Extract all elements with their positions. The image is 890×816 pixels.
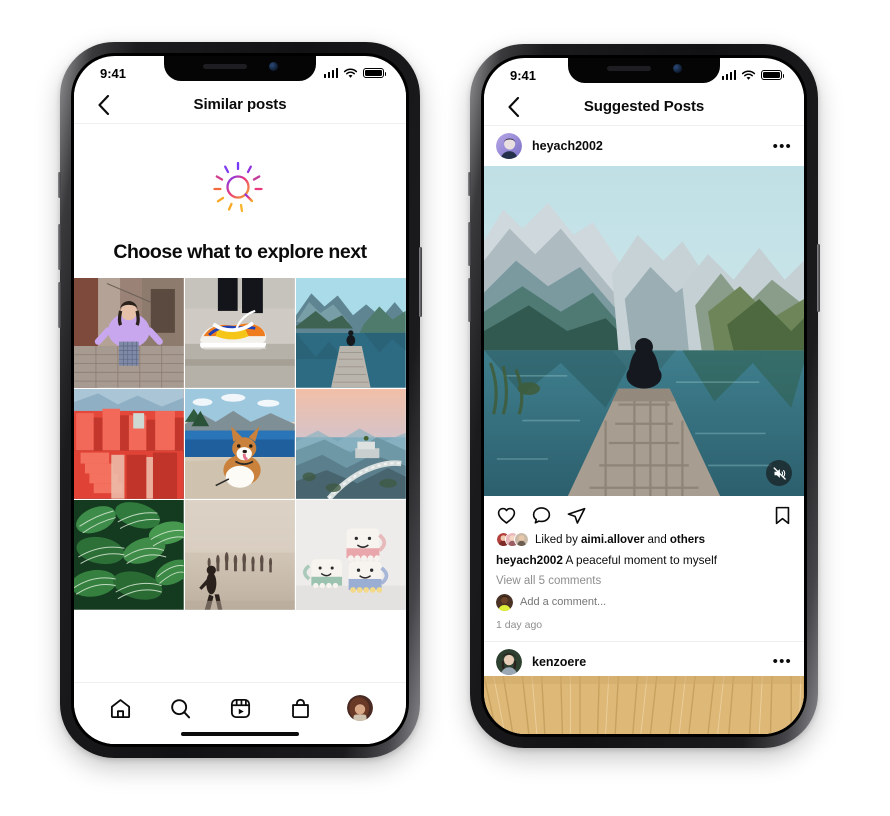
add-comment-row — [496, 593, 792, 611]
grid-photo-beach-silhouette[interactable] — [185, 500, 295, 611]
liked-by-facepile — [496, 532, 529, 547]
liked-by-mid: and — [644, 533, 670, 546]
grid-photo-coast-road[interactable] — [296, 389, 406, 499]
liked-by-row: Liked by aimi.allover and others — [496, 532, 792, 547]
tab-reels[interactable] — [223, 693, 257, 723]
save-button[interactable] — [773, 505, 792, 526]
phone-left: 9:41 Similar posts Choose what to explor… — [58, 42, 422, 758]
power-button[interactable] — [419, 247, 422, 317]
profile-avatar-icon — [347, 695, 373, 721]
page-title: Similar posts — [193, 96, 287, 113]
add-comment-input[interactable] — [520, 596, 700, 609]
wifi-icon — [343, 68, 358, 78]
battery-icon — [363, 67, 387, 79]
explore-heading: Choose what to explore next — [113, 241, 367, 263]
notch — [164, 56, 316, 81]
bookmark-icon — [775, 506, 790, 525]
grid-photo-sneakers[interactable] — [185, 278, 295, 388]
explore-photo-grid — [74, 278, 406, 611]
next-post-author-username[interactable]: kenzoere — [532, 655, 586, 669]
wifi-icon — [741, 70, 756, 80]
grid-photo-red-architecture[interactable] — [74, 389, 184, 499]
phone-right-screen: 9:41 Suggested Posts heyach2002 ••• Like… — [484, 58, 804, 734]
shop-bag-icon — [291, 698, 309, 718]
battery-icon — [761, 69, 785, 81]
front-camera — [268, 62, 278, 71]
liked-by-others[interactable]: others — [670, 534, 705, 546]
phone-left-bezel: 9:41 Similar posts Choose what to explor… — [71, 53, 409, 747]
phone-right: 9:41 Suggested Posts heyach2002 ••• Like… — [468, 44, 820, 748]
post-caption: heyach2002 A peaceful moment to myself — [496, 553, 792, 569]
grid-photo-mugs[interactable] — [296, 500, 406, 611]
grid-photo-corgi[interactable] — [185, 389, 295, 499]
nav-header-right: Suggested Posts — [484, 88, 804, 126]
explore-hero: Choose what to explore next — [74, 124, 406, 264]
home-indicator[interactable] — [181, 731, 299, 736]
share-paperplane-icon — [567, 507, 586, 524]
mute-switch[interactable] — [468, 172, 471, 196]
chevron-left-icon — [507, 96, 519, 117]
reels-icon — [230, 698, 250, 718]
back-button[interactable] — [500, 94, 526, 120]
status-time: 9:41 — [510, 67, 537, 83]
post-author-avatar[interactable] — [496, 133, 522, 159]
tab-home[interactable] — [103, 693, 137, 723]
tab-shop[interactable] — [283, 693, 317, 723]
facepile-avatar-3 — [514, 532, 529, 547]
share-button[interactable] — [566, 505, 587, 526]
phone-left-screen: 9:41 Similar posts Choose what to explor… — [74, 56, 406, 744]
liked-by-prefix: Liked by — [535, 533, 582, 546]
earpiece-speaker — [202, 64, 247, 69]
volume-down-button[interactable] — [468, 278, 471, 322]
post-meta: Liked by aimi.allover and others heyach2… — [484, 532, 804, 631]
more-options-icon[interactable]: ••• — [773, 654, 792, 669]
current-user-avatar — [496, 593, 513, 611]
liked-by-text: Liked by aimi.allover and others — [535, 534, 705, 546]
signal-bars-icon — [721, 70, 736, 80]
mute-button[interactable] — [766, 460, 792, 486]
back-button[interactable] — [90, 92, 116, 118]
nav-header-left: Similar posts — [74, 86, 406, 124]
explore-search-sparkle-icon — [213, 161, 263, 213]
page-title: Suggested Posts — [583, 98, 705, 115]
next-post-author-avatar[interactable] — [496, 648, 522, 675]
comment-button[interactable] — [531, 505, 552, 526]
post-actions — [484, 496, 804, 530]
search-icon — [170, 698, 190, 718]
post-timestamp: 1 day ago — [496, 618, 543, 631]
view-comments-link[interactable]: View all 5 comments — [496, 575, 792, 587]
volume-up-button[interactable] — [58, 224, 61, 270]
phone-right-bezel: 9:41 Suggested Posts heyach2002 ••• Like… — [481, 55, 807, 737]
earpiece-speaker — [606, 66, 651, 71]
liked-by-username[interactable]: aimi.allover — [581, 534, 644, 546]
grid-photo-street-portrait[interactable] — [74, 278, 184, 388]
tab-search[interactable] — [163, 693, 197, 723]
grid-photo-leaves[interactable] — [74, 500, 184, 611]
front-camera — [672, 64, 682, 73]
caption-text: A peaceful moment to myself — [562, 553, 717, 567]
next-post-media[interactable] — [484, 676, 804, 734]
more-options-icon[interactable]: ••• — [773, 139, 792, 154]
mute-icon — [773, 466, 786, 480]
caption-username[interactable]: heyach2002 — [496, 553, 563, 567]
post-header: heyach2002 ••• — [484, 126, 804, 166]
volume-down-button[interactable] — [58, 282, 61, 328]
grid-photo-lake-dock[interactable] — [296, 278, 406, 388]
like-button[interactable] — [496, 505, 517, 526]
signal-bars-icon — [323, 68, 338, 78]
volume-up-button[interactable] — [468, 222, 471, 266]
post-author-username[interactable]: heyach2002 — [532, 139, 603, 153]
status-time: 9:41 — [100, 65, 127, 81]
post-media[interactable] — [484, 166, 804, 496]
tab-profile[interactable] — [343, 693, 377, 723]
mute-switch[interactable] — [58, 172, 61, 198]
home-icon — [110, 698, 130, 718]
chevron-left-icon — [97, 94, 109, 115]
screenshot-stage: 9:41 Similar posts Choose what to explor… — [0, 0, 890, 816]
comment-bubble-icon — [532, 507, 551, 524]
heart-icon — [497, 507, 516, 524]
notch — [568, 58, 720, 83]
power-button[interactable] — [817, 244, 820, 312]
